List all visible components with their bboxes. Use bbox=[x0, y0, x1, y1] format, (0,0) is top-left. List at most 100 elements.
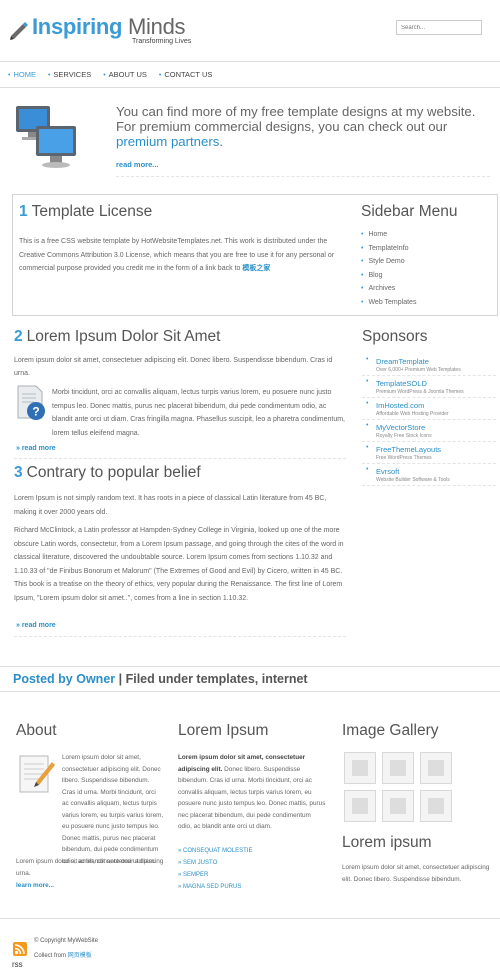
sidebar-item-blog[interactable]: • Blog bbox=[361, 272, 495, 286]
sponsor-item[interactable]: • FreeThemeLayouts Free WordPress Themes bbox=[362, 442, 496, 464]
lorem-link-list: » CONSEQUAT MOLESTIE » SEM JUSTO » SEMPE… bbox=[178, 848, 252, 896]
sponsor-name[interactable]: MyVectorStore bbox=[376, 423, 496, 432]
article-read-more-link[interactable]: » read more bbox=[16, 622, 56, 629]
sponsor-item[interactable]: • DreamTemplate Over 6,000+ Premium Web Te… bbox=[362, 354, 496, 376]
article-read-more-link[interactable]: » read more bbox=[16, 445, 56, 452]
bullet-icon: • bbox=[103, 72, 106, 79]
article-paragraph: Morbi tincidunt, orci ac convallis aliqu… bbox=[52, 389, 345, 437]
intro-section: You can find more of my free template de… bbox=[0, 100, 500, 180]
about-learn-more-link[interactable]: learn more... bbox=[16, 882, 54, 889]
bullet-icon: • bbox=[361, 285, 364, 292]
sponsor-description: Affordable Web Hosting Provider bbox=[376, 411, 449, 417]
collect-link[interactable]: 网页模板 bbox=[68, 953, 92, 959]
lorem-link[interactable]: » SEM JUSTO bbox=[178, 860, 252, 872]
sidebar-menu: Sidebar Menu • Home • TemplateInfo • Style … bbox=[361, 203, 495, 312]
logo-secondary-text: Minds bbox=[128, 14, 186, 39]
nav-item-label: SERVICES bbox=[53, 70, 92, 79]
nav-item-contact-us[interactable]: • CONTACT US bbox=[159, 70, 213, 79]
bullet-icon: • bbox=[361, 244, 364, 252]
bullet-icon: • bbox=[366, 444, 369, 451]
sponsor-name[interactable]: DreamTemplate bbox=[376, 357, 496, 366]
article-paragraph: Lorem ipsum dolor sit amet, consectetuer… bbox=[14, 357, 333, 377]
article-paragraph: Richard McClintock, a Latin professor at… bbox=[14, 527, 344, 602]
sidebar-item-archives[interactable]: • Archives bbox=[361, 285, 495, 299]
intro-read-more-link[interactable]: read more... bbox=[116, 160, 159, 169]
section-number: 1 bbox=[19, 203, 28, 220]
gallery-subtitle: Lorem ipsum bbox=[342, 834, 432, 851]
sidebar-item-web-templates[interactable]: • Web Templates bbox=[361, 299, 495, 313]
lorem-title: Lorem Ipsum bbox=[178, 722, 269, 739]
gallery-thumbnail[interactable] bbox=[382, 752, 414, 784]
sidebar-item-label: Web Templates bbox=[368, 298, 417, 306]
sponsor-item[interactable]: • ImHosted.com Affordable Web Hosting Prov… bbox=[362, 398, 496, 420]
sidebar-item-label: TemplateInfo bbox=[368, 244, 409, 252]
sponsor-item[interactable]: • MyVectorStore Royalty Free Stock Icons bbox=[362, 420, 496, 442]
nav-item-services[interactable]: • SERVICES bbox=[48, 70, 91, 79]
rss-label[interactable]: rss bbox=[12, 960, 23, 969]
about-title: About bbox=[16, 722, 57, 739]
article-heading: 3 Contrary to popular belief bbox=[14, 464, 201, 482]
computer-icon bbox=[16, 106, 76, 168]
intro-text-end: . bbox=[219, 134, 224, 149]
lorem-paragraph: Lorem ipsum dolor sit amet, consectetuer… bbox=[178, 752, 326, 833]
gallery-paragraph: Lorem ipsum dolor sit amet, consectetuer… bbox=[342, 864, 490, 883]
gallery-thumbnail[interactable] bbox=[382, 790, 414, 822]
copyright-text: © Copyright MyWebSite bbox=[34, 938, 98, 944]
sponsor-item[interactable]: • TemplateSOLD Premium WordPress & Joomla … bbox=[362, 376, 496, 398]
lorem-link[interactable]: » MAGNA SED PURUS bbox=[178, 884, 252, 896]
section-number: 2 bbox=[14, 328, 23, 345]
bullet-icon: • bbox=[366, 378, 369, 385]
license-heading: 1 Template License bbox=[19, 203, 152, 221]
article-heading: 2 Lorem Ipsum Dolor Sit Amet bbox=[14, 328, 220, 346]
gallery-thumbnail[interactable] bbox=[420, 752, 452, 784]
pen-icon bbox=[10, 22, 28, 40]
sponsors-title: Sponsors bbox=[362, 328, 428, 345]
divider bbox=[116, 176, 490, 177]
image-placeholder-icon bbox=[390, 760, 406, 776]
lorem-link[interactable]: » SEMPER bbox=[178, 872, 252, 884]
sponsor-item[interactable]: • Evrsoft Website Builder Software & Tools bbox=[362, 464, 496, 486]
filed-under-text: | Filed under templates, internet bbox=[118, 672, 308, 686]
about-paragraph: Lorem ipsum dolor sit amet, consectetuer… bbox=[16, 858, 164, 877]
bullet-icon: • bbox=[366, 400, 369, 407]
post-meta-bar: Posted by Owner | Filed under templates,… bbox=[0, 666, 500, 692]
sponsor-name[interactable]: TemplateSOLD bbox=[376, 379, 496, 388]
bullet-icon: • bbox=[47, 72, 51, 79]
nav-item-label: CONTACT US bbox=[164, 70, 213, 79]
rss-icon[interactable] bbox=[13, 942, 27, 956]
gallery-thumbnail[interactable] bbox=[344, 752, 376, 784]
section-title: Template License bbox=[31, 203, 153, 220]
about-text: Lorem ipsum dolor sit amet, consectetuer… bbox=[62, 754, 164, 865]
gallery-thumbnail[interactable] bbox=[344, 790, 376, 822]
intro-text: You can find more of my free template de… bbox=[116, 104, 486, 149]
sidebar-item-style-demo[interactable]: • Style Demo bbox=[361, 258, 495, 272]
section-number: 3 bbox=[14, 464, 23, 481]
logo-primary-text: Inspiring bbox=[32, 14, 123, 39]
bullet-icon: • bbox=[8, 72, 11, 79]
section-title: Contrary to popular belief bbox=[26, 464, 201, 481]
header: Inspiring Minds Transforming Lives bbox=[0, 0, 500, 62]
gallery-thumbnail[interactable] bbox=[420, 790, 452, 822]
template-home-link[interactable]: 模板之家 bbox=[242, 265, 270, 272]
sidebar-item-label: Style Demo bbox=[368, 258, 405, 265]
image-placeholder-icon bbox=[352, 798, 368, 814]
sidebar-item-label: Blog bbox=[368, 271, 383, 279]
sponsor-name[interactable]: FreeThemeLayouts bbox=[376, 445, 496, 454]
footer-divider bbox=[0, 918, 500, 919]
divider bbox=[14, 636, 346, 637]
sidebar-item-home[interactable]: • Home bbox=[361, 231, 495, 245]
bullet-icon: • bbox=[361, 231, 364, 238]
lorem-link[interactable]: » CONSEQUAT MOLESTIE bbox=[178, 848, 252, 860]
main-nav: • HOME • SERVICES • ABOUT US • CONTACT US bbox=[0, 61, 500, 88]
nav-item-home[interactable]: • HOME bbox=[8, 70, 36, 79]
nav-item-about-us[interactable]: • ABOUT US bbox=[103, 70, 147, 79]
sponsor-name[interactable]: Evrsoft bbox=[376, 467, 496, 476]
search-input[interactable] bbox=[396, 20, 482, 35]
sponsor-name[interactable]: ImHosted.com bbox=[376, 401, 496, 410]
image-placeholder-icon bbox=[390, 798, 406, 814]
bullet-icon: • bbox=[361, 258, 364, 265]
bullet-icon: • bbox=[366, 422, 369, 429]
sidebar-item-templateinfo[interactable]: • TemplateInfo bbox=[361, 245, 495, 259]
owner-link[interactable]: Owner bbox=[76, 672, 115, 686]
premium-partners-link[interactable]: premium partners bbox=[116, 134, 219, 149]
